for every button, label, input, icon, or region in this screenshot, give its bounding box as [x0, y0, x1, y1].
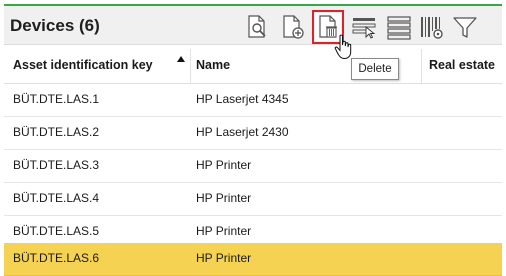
hand-cursor-icon — [334, 34, 352, 60]
delete-tooltip: Delete — [351, 58, 399, 80]
asset-key-cell: BÜT.DTE.LAS.6 — [13, 251, 100, 265]
name-cell: HP Printer — [196, 224, 252, 238]
name-cell: HP Printer — [196, 191, 252, 205]
asset-key-cell: BÜT.DTE.LAS.2 — [13, 125, 100, 139]
view-document-icon — [248, 15, 266, 38]
asset-key-cell: BÜT.DTE.LAS.4 — [13, 191, 100, 205]
panel-title: Devices (6) — [10, 16, 100, 35]
panel-header: Devices (6) — [4, 6, 502, 45]
name-cell: HP Laserjet 4345 — [196, 92, 289, 106]
column-header-name[interactable]: Name — [196, 58, 230, 72]
column-header-asset-key[interactable]: Asset identification key — [13, 58, 153, 72]
list-view-button[interactable] — [386, 13, 412, 41]
asset-key-cell: BÜT.DTE.LAS.3 — [13, 158, 100, 172]
name-cell: HP Laserjet 2430 — [196, 125, 289, 139]
asset-key-cell: BÜT.DTE.LAS.5 — [13, 224, 100, 238]
add-document-button[interactable] — [280, 13, 306, 41]
table-row[interactable]: BÜT.DTE.LAS.3 HP Printer — [4, 150, 502, 183]
table-row-selected[interactable]: BÜT.DTE.LAS.6 HP Printer — [4, 243, 502, 276]
table-header: Asset identification key Name Real estat… — [4, 49, 502, 84]
table-row[interactable]: BÜT.DTE.LAS.2 HP Laserjet 2430 — [4, 117, 502, 150]
devices-panel: Devices (6) Asset identification key Nam… — [4, 4, 502, 276]
add-document-icon — [283, 15, 304, 39]
name-cell: HP Printer — [196, 251, 252, 265]
column-header-real-estate[interactable]: Real estate — [429, 58, 495, 72]
table-row[interactable]: BÜT.DTE.LAS.4 HP Printer — [4, 183, 502, 216]
list-view-icon — [387, 16, 411, 40]
barcode-settings-icon — [421, 17, 443, 39]
table-row[interactable]: BÜT.DTE.LAS.1 HP Laserjet 4345 — [4, 84, 502, 117]
filter-icon — [453, 17, 477, 38]
filter-button[interactable] — [452, 13, 478, 41]
view-document-button[interactable] — [244, 13, 270, 41]
column-divider[interactable] — [190, 49, 191, 83]
select-rows-icon — [352, 18, 376, 39]
name-cell: HP Printer — [196, 158, 252, 172]
asset-key-cell: BÜT.DTE.LAS.1 — [13, 92, 100, 106]
select-rows-button[interactable] — [351, 13, 377, 41]
column-divider[interactable] — [421, 49, 422, 83]
sort-ascending-icon — [177, 56, 185, 62]
barcode-settings-button[interactable] — [419, 13, 445, 41]
